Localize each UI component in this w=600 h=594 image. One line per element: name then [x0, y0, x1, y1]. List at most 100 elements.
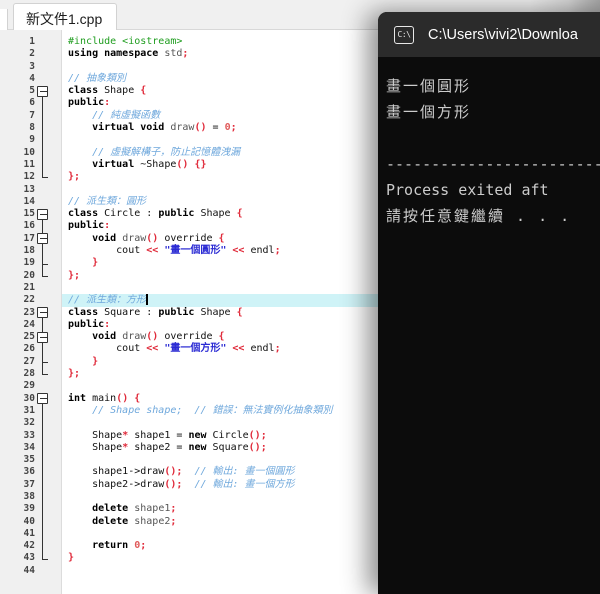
code-token: endl — [250, 245, 275, 257]
code-token: // 純虛擬函數 — [68, 109, 161, 121]
line-number: 19 — [23, 257, 35, 269]
fold-toggle-icon[interactable] — [37, 331, 48, 343]
code-token: { — [236, 208, 243, 220]
code-token: shape1->draw — [68, 466, 165, 478]
console-line: 畫一個圓形 — [386, 77, 472, 95]
line-number: 30 — [23, 392, 35, 404]
code-token: void — [68, 232, 123, 244]
line-number: 17 — [23, 232, 35, 244]
code-token: = — [206, 122, 225, 134]
code-token: cout — [68, 245, 147, 257]
code-token: Circle — [212, 429, 249, 441]
line-number: 22 — [23, 294, 35, 306]
code-token: } — [68, 355, 99, 367]
code-token: ; — [74, 368, 81, 380]
line-number: 2 — [29, 48, 35, 60]
line-number: 13 — [23, 183, 35, 195]
fold-end-marker — [42, 558, 48, 560]
code-token: virtual — [68, 158, 141, 170]
code-token: () — [146, 331, 159, 343]
console-title-bar[interactable]: C:\ C:\Users\vivi2\Downloa — [378, 12, 600, 57]
code-token: { — [218, 232, 225, 244]
line-number-gutter: 1 2 3 4 5 6 7 8 9 10 11 12 13 14 15 16 17 18 19 20 21 22 23 24 2… — [0, 30, 62, 594]
code-token: // 輸出: 畫一個方形 — [182, 478, 295, 490]
fold-end-marker — [42, 275, 48, 277]
screen: 新文件1.cpp 1 2 3 4 5 6 7 8 9 10 11 12 13 14 15 16 17 18 19 20… — [0, 0, 600, 594]
code-token: () — [248, 441, 261, 453]
fold-toggle-icon[interactable] — [37, 208, 48, 220]
code-token: ; — [182, 48, 189, 60]
console-line: 請按任意鍵繼續 . . . — [386, 207, 572, 225]
code-token: int — [68, 392, 93, 404]
code-token: class — [68, 85, 105, 97]
line-number: 40 — [23, 515, 35, 527]
code-token: () — [248, 429, 261, 441]
line-number: 14 — [23, 195, 35, 207]
code-token: override — [158, 232, 219, 244]
code-token: shape1 = — [128, 429, 189, 441]
code-token: Shape — [68, 429, 123, 441]
code-token: // 派生類：圓形 — [68, 195, 147, 207]
code-token: Shape — [104, 85, 141, 97]
code-token: public — [158, 208, 201, 220]
code-token: draw — [122, 331, 147, 343]
code-token: () — [116, 392, 129, 404]
code-token: delete — [68, 515, 135, 527]
code-token: << — [226, 245, 251, 257]
editor-tab-file[interactable]: 新文件1.cpp — [13, 3, 118, 30]
fold-toggle-icon[interactable] — [37, 85, 48, 97]
line-number: 29 — [23, 380, 35, 392]
code-token: // 虛擬解構子，防止記憶體洩漏 — [68, 146, 241, 158]
code-token: public — [158, 306, 201, 318]
code-token: ~Shape — [140, 158, 177, 170]
code-token: public — [68, 97, 105, 109]
code-token: public — [68, 318, 105, 330]
cmd-icon: C:\ — [394, 25, 414, 44]
code-token: // 輸出: 畫一個圓形 — [182, 466, 295, 478]
code-token: Square — [212, 441, 249, 453]
line-number: 7 — [29, 109, 35, 121]
fold-guide-line — [42, 342, 43, 362]
code-token: : — [104, 220, 111, 232]
code-token: : — [104, 97, 111, 109]
code-token: main — [92, 392, 117, 404]
line-number: 27 — [23, 355, 35, 367]
code-token: override — [158, 331, 219, 343]
fold-toggle-icon[interactable] — [37, 393, 48, 405]
code-token: void — [68, 331, 123, 343]
text-caret — [146, 294, 149, 306]
fold-toggle-icon[interactable] — [37, 307, 48, 319]
line-number: 20 — [23, 269, 35, 281]
line-number: 33 — [23, 429, 35, 441]
line-number: 41 — [23, 527, 35, 539]
code-token: } — [68, 257, 99, 269]
fold-end-marker — [42, 177, 48, 179]
console-window[interactable]: C:\ C:\Users\vivi2\Downloa 畫一個圓形 畫一個方形 --… — [378, 12, 600, 594]
line-number: 31 — [23, 404, 35, 416]
line-number: 32 — [23, 417, 35, 429]
line-number: 5 — [29, 85, 35, 97]
line-number: 37 — [23, 478, 35, 490]
code-token: new — [188, 441, 213, 453]
code-token: << — [226, 343, 251, 355]
code-token: draw — [170, 122, 195, 134]
code-token: new — [188, 429, 213, 441]
tab-strip-stub — [0, 9, 8, 30]
console-line: -------------------------------- — [386, 155, 600, 173]
code-token: class — [68, 208, 105, 220]
code-token: Shape — [200, 306, 237, 318]
line-number: 35 — [23, 454, 35, 466]
code-token: "畫一個方形" — [164, 343, 227, 355]
fold-toggle-icon[interactable] — [37, 233, 48, 245]
line-number: 6 — [29, 97, 35, 109]
code-token: class — [68, 306, 105, 318]
code-token: { — [134, 392, 141, 404]
line-number: 1 — [29, 36, 35, 47]
line-number: 28 — [23, 368, 35, 380]
code-token: ; — [274, 343, 281, 355]
line-number: 34 — [23, 441, 35, 453]
code-token: ; — [230, 122, 237, 134]
code-token: << — [146, 343, 165, 355]
line-number: 10 — [23, 146, 35, 158]
line-number: 12 — [23, 171, 35, 183]
